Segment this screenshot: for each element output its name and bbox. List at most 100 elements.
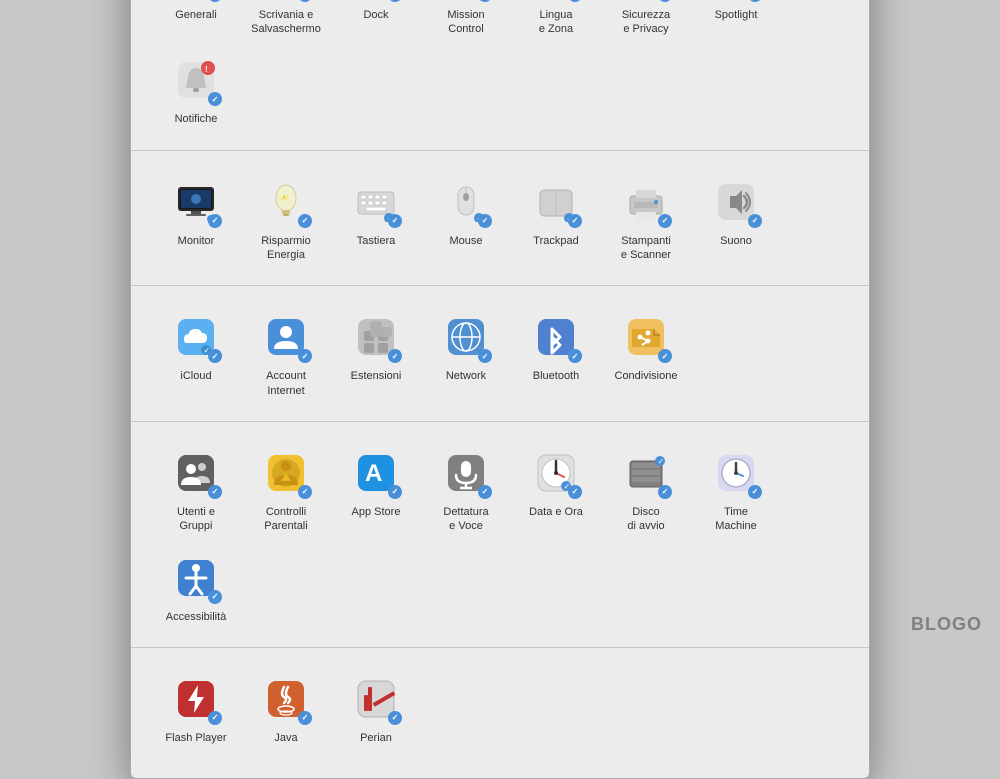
dettatura-check-badge: ✓ <box>478 485 492 499</box>
trackpad-label: Trackpad <box>533 234 578 248</box>
stampante-icon-wrapper: ✓ <box>618 174 674 230</box>
pref-item-appstore[interactable]: A✓App Store <box>331 437 421 542</box>
flash-icon-wrapper: ✓ <box>168 671 224 727</box>
svg-text:✓: ✓ <box>658 457 665 466</box>
scrivania-icon-wrapper: ✓ <box>258 0 314 4</box>
mouse-icon-wrapper: ✓✓ <box>438 174 494 230</box>
svg-text:A: A <box>365 460 382 487</box>
data-icon-wrapper: ✓✓ <box>528 445 584 501</box>
dettatura-label: Dettaturae Voce <box>443 505 488 534</box>
pref-item-risparmio[interactable]: ✓RisparmioEnergia <box>241 166 331 271</box>
network-icon-wrapper: ✓ <box>438 309 494 365</box>
notifiche-check-badge: ✓ <box>208 92 222 106</box>
pref-item-notifiche[interactable]: !✓Notifiche <box>151 44 241 134</box>
sicurezza-icon-wrapper: ✓ <box>618 0 674 4</box>
monitor-label: Monitor <box>178 234 215 248</box>
pref-item-mouse[interactable]: ✓✓ Mouse <box>421 166 511 271</box>
data-label: Data e Ora <box>529 505 583 519</box>
mission-icon-wrapper: ✓ <box>438 0 494 4</box>
appstore-icon-wrapper: A✓ <box>348 445 404 501</box>
pref-item-bluetooth[interactable]: ✓Bluetooth <box>511 301 601 406</box>
java-icon-wrapper: ✓ <box>258 671 314 727</box>
utenti-icon-wrapper: ✓ <box>168 445 224 501</box>
pref-item-time[interactable]: ✓TimeMachine <box>691 437 781 542</box>
data-check-badge: ✓ <box>568 485 582 499</box>
pref-item-java[interactable]: ✓Java <box>241 663 331 753</box>
condivisione-label: Condivisione <box>615 369 678 383</box>
controlli-check-badge: ✓ <box>298 485 312 499</box>
suono-label: Suono <box>720 234 752 248</box>
watermark: BLOGO <box>911 614 982 635</box>
sicurezza-check-badge: ✓ <box>658 0 672 2</box>
java-check-badge: ✓ <box>298 711 312 725</box>
pref-item-mission[interactable]: ✓MissionControl <box>421 0 511 44</box>
accessibilita-label: Accessibilità <box>166 610 227 624</box>
estensioni-label: Estensioni <box>351 369 402 383</box>
icloud-check-badge: ✓ <box>208 349 222 363</box>
pref-item-trackpad[interactable]: ✓✓ Trackpad <box>511 166 601 271</box>
icloud-icon-wrapper: ✓✓ <box>168 309 224 365</box>
pref-item-perian[interactable]: ✓Perian <box>331 663 421 753</box>
preferences-content: FNext✓✓Generali✓Scrivania eSalvaschermo✓… <box>131 0 869 778</box>
spotlight-check-badge: ✓ <box>748 0 762 2</box>
java-label: Java <box>274 731 297 745</box>
pref-item-network[interactable]: ✓ Network <box>421 301 511 406</box>
pref-item-estensioni[interactable]: ✓ Estensioni <box>331 301 421 406</box>
flash-check-badge: ✓ <box>208 711 222 725</box>
pref-item-tastiera[interactable]: ✓✓Tastiera <box>331 166 421 271</box>
pref-item-condivisione[interactable]: ✓ Condivisione <box>601 301 691 406</box>
tastiera-check-badge: ✓ <box>388 214 402 228</box>
mouse-label: Mouse <box>449 234 482 248</box>
bluetooth-check-badge: ✓ <box>568 349 582 363</box>
estensioni-check-badge: ✓ <box>388 349 402 363</box>
pref-item-icloud[interactable]: ✓✓ iCloud <box>151 301 241 406</box>
suono-icon-wrapper: ✓ <box>708 174 764 230</box>
estensioni-icon-wrapper: ✓ <box>348 309 404 365</box>
pref-item-generali[interactable]: FNext✓✓Generali <box>151 0 241 44</box>
scrivania-check-badge: ✓ <box>298 0 312 2</box>
pref-item-stampante[interactable]: ✓ Stampantie Scanner <box>601 166 691 271</box>
network-label: Network <box>446 369 486 383</box>
pref-item-sicurezza[interactable]: ✓Sicurezzae Privacy <box>601 0 691 44</box>
pref-item-account[interactable]: ✓AccountInternet <box>241 301 331 406</box>
controlli-label: ControlliParentali <box>264 505 307 534</box>
account-check-badge: ✓ <box>298 349 312 363</box>
condivisione-icon-wrapper: ✓ <box>618 309 674 365</box>
trackpad-icon-wrapper: ✓✓ <box>528 174 584 230</box>
disco-icon-wrapper: ✓✓ <box>618 445 674 501</box>
time-icon-wrapper: ✓ <box>708 445 764 501</box>
time-check-badge: ✓ <box>748 485 762 499</box>
pref-item-flash[interactable]: ✓Flash Player <box>151 663 241 753</box>
network-check-badge: ✓ <box>478 349 492 363</box>
section-section3: ✓✓iCloud✓AccountInternet✓Estensioni✓Netw… <box>131 286 869 422</box>
pref-item-scrivania[interactable]: ✓ Scrivania eSalvaschermo <box>241 0 331 44</box>
section-section2: ✓✓Monitor✓RisparmioEnergia✓✓Tastiera✓✓Mo… <box>131 151 869 287</box>
lingua-check-badge: ✓ <box>568 0 582 2</box>
pref-item-lingua[interactable]: ✓Linguae Zona <box>511 0 601 44</box>
tastiera-label: Tastiera <box>357 234 396 248</box>
accessibilita-check-badge: ✓ <box>208 590 222 604</box>
section-section5: ✓Flash Player✓Java✓Perian <box>131 648 869 768</box>
monitor-icon-wrapper: ✓✓ <box>168 174 224 230</box>
bluetooth-icon-wrapper: ✓ <box>528 309 584 365</box>
dettatura-icon-wrapper: ✓ <box>438 445 494 501</box>
icloud-label: iCloud <box>180 369 211 383</box>
appstore-check-badge: ✓ <box>388 485 402 499</box>
pref-item-dock[interactable]: ✓Dock <box>331 0 421 44</box>
mouse-check-badge: ✓ <box>478 214 492 228</box>
pref-item-spotlight[interactable]: ✓Spotlight <box>691 0 781 44</box>
suono-check-badge: ✓ <box>748 214 762 228</box>
pref-item-suono[interactable]: ✓ Suono <box>691 166 781 271</box>
scrivania-label: Scrivania eSalvaschermo <box>251 8 321 37</box>
dock-label: Dock <box>363 8 388 22</box>
pref-item-utenti[interactable]: ✓Utenti eGruppi <box>151 437 241 542</box>
pref-item-dettatura[interactable]: ✓ Dettaturae Voce <box>421 437 511 542</box>
appstore-label: App Store <box>352 505 401 519</box>
pref-item-accessibilita[interactable]: ✓ Accessibilità <box>151 542 241 632</box>
pref-item-data[interactable]: ✓✓ Data e Ora <box>511 437 601 542</box>
pref-item-monitor[interactable]: ✓✓ Monitor <box>151 166 241 271</box>
notifiche-icon-wrapper: !✓ <box>168 52 224 108</box>
stampante-label: Stampantie Scanner <box>621 234 671 263</box>
pref-item-controlli[interactable]: ✓ ControlliParentali <box>241 437 331 542</box>
pref-item-disco[interactable]: ✓✓Discodi avvio <box>601 437 691 542</box>
